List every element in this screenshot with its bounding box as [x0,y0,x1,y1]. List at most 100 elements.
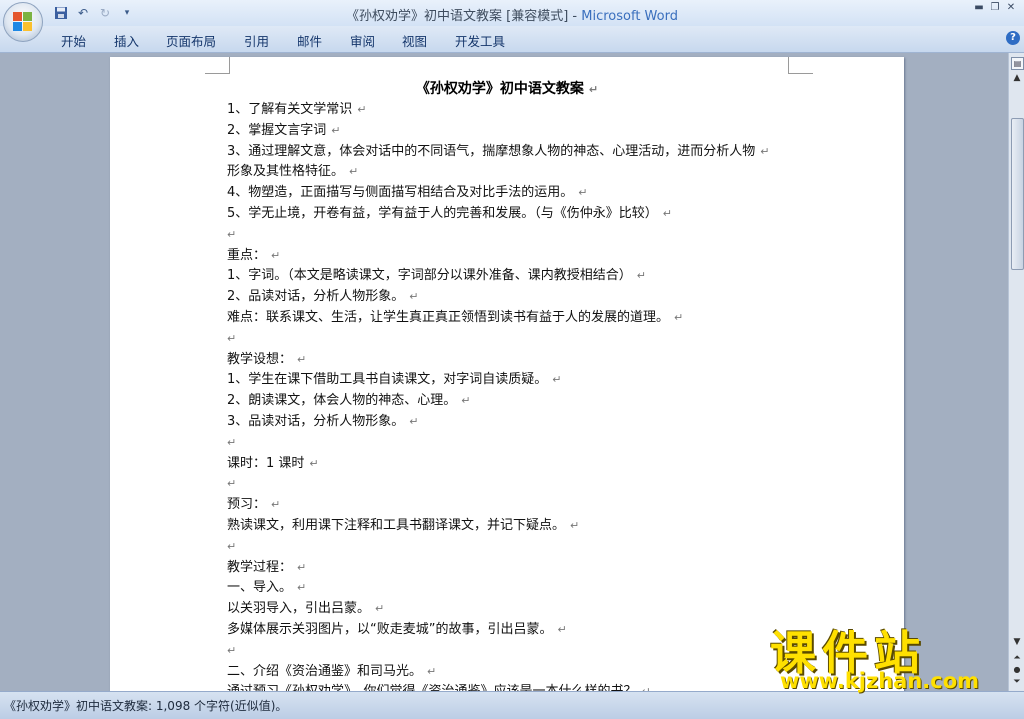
paragraph-mark-icon: ↵ [557,622,567,636]
document-line: 1、学生在课下借助工具书自读课文，对字词自读质疑。 ↵ [227,370,797,391]
document-line: 4、物塑造，正面描写与侧面描写相结合及对比手法的运用。 ↵ [227,183,797,204]
document-line: ↵ [227,329,797,350]
office-button[interactable] [3,2,43,42]
document-line: 1、了解有关文学常识 ↵ [227,100,797,121]
tab-review[interactable]: 审阅 [350,31,375,50]
paragraph-mark-icon: ↵ [375,602,385,616]
paragraph-mark-icon: ↵ [357,103,367,116]
line-text: 4、物塑造，正面描写与侧面描写相结合及对比手法的运用。 [227,185,574,201]
document-line: 重点： ↵ [227,246,797,267]
paragraph-mark-icon: ↵ [227,477,237,491]
line-text: 形象及其性格特征。 [227,164,345,180]
select-browse-object-icon[interactable]: ● [1011,665,1023,677]
document-line: ↵ [227,225,797,246]
tab-page-layout[interactable]: 页面布局 [166,31,216,50]
scroll-up-icon[interactable]: ▲ [1011,73,1023,85]
document-heading: 《孙权劝学》初中语文教案 ↵ [415,81,599,97]
line-text: 课时：1 课时 [227,455,305,471]
document-line: 3、通过理解文意，体会对话中的不同语气，揣摩想象人物的神态、心理活动，进而分析人… [227,142,797,163]
paragraph-mark-icon: ↵ [297,581,307,595]
paragraph-mark-icon: ↵ [674,310,684,324]
document-page[interactable]: 《孙权劝学》初中语文教案 ↵ 1、了解有关文学常识 ↵ 2、掌握文言字词 ↵ 3、通过理解… [110,57,904,691]
word-count-status[interactable]: 《孙权劝学》初中语文教案: 1,098 个字符(近似值)。 [4,697,287,714]
minimize-icon[interactable]: ▬ [972,2,986,14]
tab-developer[interactable]: 开发工具 [455,31,505,50]
paragraph-mark-icon: ↵ [552,373,562,387]
tab-view[interactable]: 视图 [402,31,427,50]
document-line: 难点：联系课文、生活，让学生真正真正领悟到读书有益于人的发展的道理。 ↵ [227,308,797,329]
scroll-thumb[interactable] [1011,118,1024,270]
window-title: 《孙权劝学》初中语文教案 [兼容模式] - Microsoft Word [0,5,1024,24]
paragraph-mark-icon: ↵ [297,352,307,366]
office-logo-icon [13,12,33,32]
line-text: 教学设想： [227,351,293,367]
document-line: 二、介绍《资治通鉴》和司马光。 ↵ [227,662,797,683]
ribbon-tabs: 开始 插入 页面布局 引用 邮件 审阅 视图 开发工具 ? [0,26,1024,53]
previous-page-icon[interactable]: ⏶ [1011,653,1023,665]
line-text: 1、字词。（本文是略读课文，字词部分以课外准备、课内教授相结合） [227,268,632,284]
document-line: 熟读课文，利用课下注释和工具书翻译课文，并记下疑点。 ↵ [227,516,797,537]
paragraph-mark-icon: ↵ [636,269,646,283]
restore-icon[interactable]: ❐ [988,2,1002,14]
margin-corner-right [788,57,813,74]
document-line: ↵ [227,433,797,454]
line-text: 一、导入。 [227,580,293,596]
document-name: 《孙权劝学》初中语文教案 [兼容模式] - [346,9,582,24]
line-text: 重点： [227,247,267,263]
paragraph-mark-icon: ↵ [227,435,237,449]
paragraph-mark-icon: ↵ [227,539,237,553]
help-icon[interactable]: ? [1006,31,1020,45]
paragraph-mark-icon: ↵ [578,186,588,200]
line-text: 预习： [227,497,267,513]
line-text: 以关羽导入，引出吕蒙。 [227,601,371,617]
document-line: 1、字词。（本文是略读课文，字词部分以课外准备、课内教授相结合） ↵ [227,266,797,287]
document-line: 课时：1 课时 ↵ [227,454,797,475]
window-controls: ▬ ❐ ✕ [972,2,1018,14]
document-line: 预习： ↵ [227,495,797,516]
line-text: 2、掌握文言字词 [227,122,327,138]
line-text: 熟读课文，利用课下注释和工具书翻译课文，并记下疑点。 [227,517,566,533]
document-line: 3、品读对话，分析人物形象。 ↵ [227,412,797,433]
close-icon[interactable]: ✕ [1004,2,1018,14]
line-text: 难点：联系课文、生活，让学生真正真正领悟到读书有益于人的发展的道理。 [227,309,670,325]
document-line: 2、掌握文言字词 ↵ [227,121,797,142]
paragraph-mark-icon: ↵ [349,165,359,179]
margin-corner-left [205,57,230,74]
document-line: 5、学无止境，开卷有益，学有益于人的完善和发展。（与《伤仲永》比较） ↵ [227,204,797,225]
paragraph-mark-icon: ↵ [227,331,237,345]
tab-insert[interactable]: 插入 [114,31,139,50]
paragraph-mark-icon: ↵ [409,290,419,304]
scroll-down-icon[interactable]: ▼ [1011,637,1023,649]
tab-home[interactable]: 开始 [61,31,86,50]
tab-references[interactable]: 引用 [244,31,269,50]
document-line: 一、导入。 ↵ [227,578,797,599]
paragraph-mark-icon: ↵ [461,394,471,408]
watermark-url: www.kjzhan.com [780,669,980,693]
paragraph-mark-icon: ↵ [271,248,281,262]
paragraph-mark-icon: ↵ [662,206,672,220]
document-body: 1、了解有关文学常识 ↵ 2、掌握文言字词 ↵ 3、通过理解文意，体会对话中的不同语气，… [227,100,797,691]
line-text: 3、通过理解文意，体会对话中的不同语气，揣摩想象人物的神态、心理活动，进而分析人… [227,143,756,159]
line-text: 2、朗读课文，体会人物的神态、心理。 [227,393,457,409]
document-line: ↵ [227,537,797,558]
line-text: 1、了解有关文学常识 [227,102,353,117]
line-text: 多媒体展示关羽图片，以“败走麦城”的故事，引出吕蒙。 [227,621,553,637]
next-page-icon[interactable]: ⏷ [1011,677,1023,689]
tab-mailings[interactable]: 邮件 [297,31,322,50]
vertical-scrollbar[interactable]: ▤ ▲ ▼ ⏶ ● ⏷ [1008,53,1024,691]
document-line: 通过预习《孙权劝学》，你们觉得《资治通鉴》应该是一本什么样的书？↵ [227,682,797,691]
line-text: 通过预习《孙权劝学》，你们觉得《资治通鉴》应该是一本什么样的书？ [227,684,637,691]
line-text: 1、学生在课下借助工具书自读课文，对字词自读质疑。 [227,372,548,388]
paragraph-mark-icon: ↵ [297,560,307,574]
line-text: 教学过程： [227,559,293,575]
line-text: 二、介绍《资治通鉴》和司马光。 [227,663,423,679]
site-watermark: 课件站 www.kjzhan.com [770,617,1010,697]
document-line: ↵ [227,641,797,662]
document-line: 形象及其性格特征。 ↵ [227,162,797,183]
document-line: 以关羽导入，引出吕蒙。 ↵ [227,599,797,620]
paragraph-mark-icon: ↵ [271,498,281,512]
line-text: 3、品读对话，分析人物形象。 [227,413,405,429]
title-bar: ↶ ↻ ▾ 《孙权劝学》初中语文教案 [兼容模式] - Microsoft Wo… [0,0,1024,26]
document-line: 教学过程： ↵ [227,558,797,579]
view-ruler-icon[interactable]: ▤ [1011,57,1024,70]
